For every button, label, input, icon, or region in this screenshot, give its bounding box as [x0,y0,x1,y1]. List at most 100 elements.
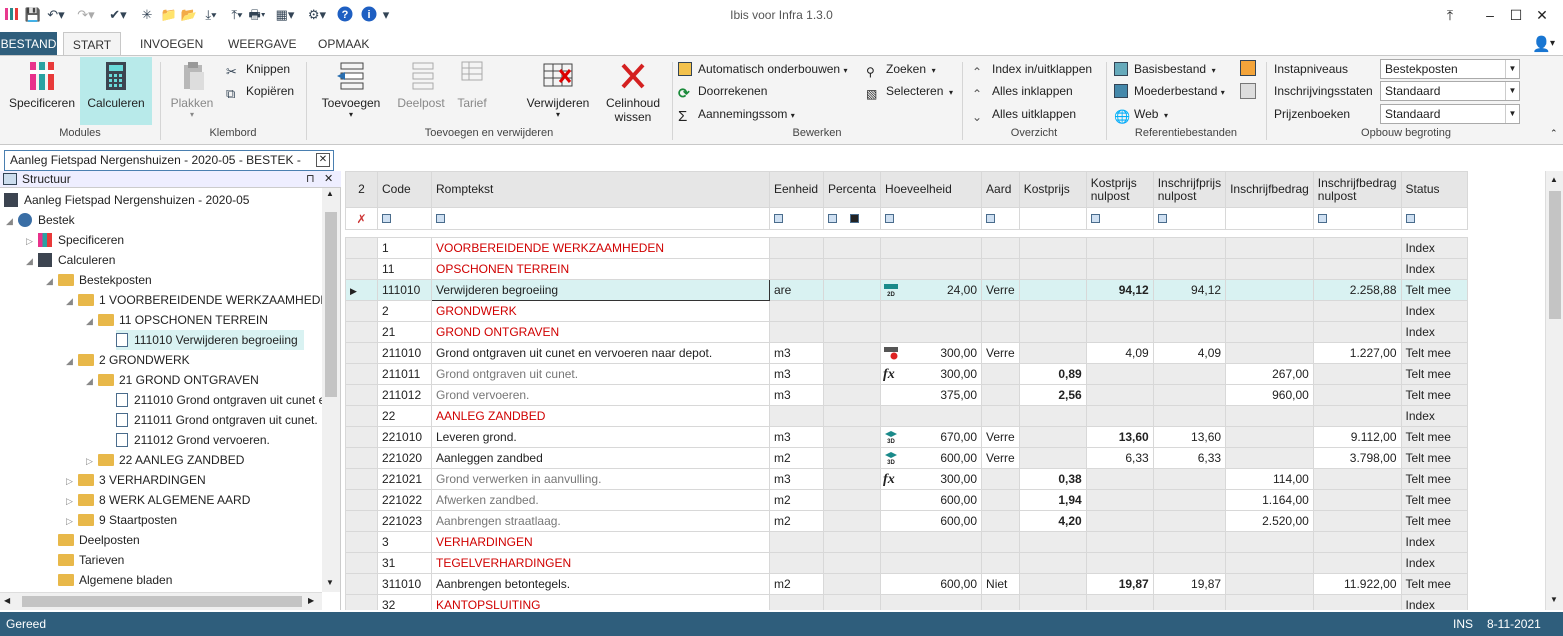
cell-inschrijfprijs-nulpost[interactable] [1152,363,1227,385]
cell-inschrijfprijs-nulpost[interactable]: 19,87 [1152,573,1227,595]
cell-code[interactable]: 311010 [377,573,432,595]
tree-node[interactable]: 211010 Grond ontgraven uit cunet en verv… [116,390,322,410]
aannemingssom-button[interactable]: Σ Aannemingssom ▾ [678,103,795,125]
cell-empty[interactable] [822,531,882,553]
cell-code[interactable]: 2 [377,300,432,322]
cell-romptekst[interactable]: AANLEG ZANDBED [431,405,770,427]
cell-empty[interactable] [880,237,983,259]
cell-kostprijs-nulpost[interactable]: 94,12 [1085,279,1154,301]
cell-kostprijs-nulpost[interactable] [1085,384,1154,406]
expand-arrow-icon[interactable]: ◢ [46,271,58,291]
post-row[interactable]: 221010 Leveren grond. m3 3D 670,00 Verre 13,60… [345,426,1468,448]
filter-cell[interactable] [1312,207,1402,230]
cell-romptekst[interactable]: KANTOPSLUITING [431,594,770,610]
collapse-ribbon-icon[interactable]: ▾ [1550,38,1555,49]
doorrekenen-button[interactable]: ⟳ Doorrekenen [678,80,767,102]
row-indicator[interactable] [345,237,378,259]
cell-romptekst[interactable]: VOORBEREIDENDE WERKZAAMHEDEN [431,237,770,259]
cell-inschrijfbedrag[interactable]: 1.164,00 [1225,489,1314,511]
cell-status[interactable]: Telt mee [1400,510,1468,532]
cell-empty[interactable] [1312,300,1402,322]
row-indicator[interactable] [345,405,378,427]
cell-eenheid[interactable]: m2 [769,510,824,532]
instapniveaus-select[interactable]: Bestekposten ▼ [1380,59,1520,79]
tree-node[interactable]: ◢ Bestek [6,210,75,230]
tree-node[interactable]: 211012 Grond vervoeren. [116,430,270,450]
tree-node[interactable]: ◢ 21 GROND ONTGRAVEN [86,370,259,390]
index-row[interactable]: 3 VERHARDINGEN Index [345,531,1468,553]
filter-cell[interactable] [431,207,770,230]
filter-cell[interactable] [822,207,882,230]
cell-status[interactable]: Telt mee [1400,426,1468,448]
cell-status[interactable]: Index [1400,321,1468,343]
post-row[interactable]: 221023 Aanbrengen straatlaag. m2 600,00 4,20… [345,510,1468,532]
cell-empty[interactable] [822,237,882,259]
cell-inschrijfprijs-nulpost[interactable] [1152,468,1227,490]
cell-empty[interactable] [769,237,824,259]
knippen-button[interactable]: ✂ Knippen [226,58,290,80]
cell-inschrijfbedrag[interactable]: 960,00 [1225,384,1314,406]
cell-kostprijs-nulpost[interactable]: 6,33 [1085,447,1154,469]
cell-status[interactable]: Index [1400,300,1468,322]
cell-empty[interactable] [1085,552,1154,574]
cell-status[interactable]: Telt mee [1400,468,1468,490]
cell-empty[interactable] [1085,300,1154,322]
row-indicator[interactable] [345,552,378,574]
cell-empty[interactable] [880,405,983,427]
close-tab-icon[interactable]: ✕ [316,153,330,167]
expand-arrow-icon[interactable]: ◢ [66,291,78,311]
cell-empty[interactable] [822,594,882,610]
row-indicator[interactable] [345,447,378,469]
cell-empty[interactable] [1152,552,1227,574]
verwijderen-button[interactable]: Verwijderen ▾ [522,60,594,119]
cell-percentage[interactable] [822,468,882,490]
cell-empty[interactable] [1018,594,1087,610]
cell-empty[interactable] [1225,321,1314,343]
cell-empty[interactable] [1225,405,1314,427]
cell-hoeveelheid[interactable]: 375,00 [880,384,983,406]
cell-empty[interactable] [1018,531,1087,553]
cell-code[interactable]: 22 [377,405,432,427]
tab-opmaak[interactable]: OPMAAK [308,32,379,56]
tree-node[interactable]: ◢ Calculeren [26,250,115,270]
cell-empty[interactable] [1225,300,1314,322]
cell-inschrijfbedrag[interactable] [1225,447,1314,469]
expand-arrow-icon[interactable]: ◢ [86,311,98,331]
cell-empty[interactable] [1225,594,1314,610]
toevoegen-button[interactable]: Toevoegen ▾ [318,60,384,119]
col-header-percentage[interactable]: Percenta [822,171,882,208]
web-button[interactable]: 🌐 Web ▾ [1114,103,1168,125]
cell-inschrijfprijs-nulpost[interactable]: 13,60 [1152,426,1227,448]
cell-inschrijfbedrag[interactable] [1225,426,1314,448]
cell-status[interactable]: Index [1400,552,1468,574]
cell-code[interactable]: 221021 [377,468,432,490]
cell-empty[interactable] [1085,531,1154,553]
cell-aard[interactable] [981,363,1020,385]
deelpost-button[interactable]: Deelpost [394,60,448,110]
cell-inschrijfbedrag[interactable]: 267,00 [1225,363,1314,385]
tree-node[interactable]: Algemene bladen [58,570,172,590]
cell-empty[interactable] [1312,531,1402,553]
cell-empty[interactable] [1225,258,1314,280]
cell-eenheid[interactable]: m3 [769,342,824,364]
tree-horizontal-scrollbar[interactable]: ◀ ▶ [0,592,322,610]
post-row[interactable]: 211011 Grond ontgraven uit cunet. m3 fx 300,… [345,363,1468,385]
collapse-ribbon-icon[interactable]: ⌃ [1550,128,1558,139]
col-header-aard[interactable]: Aard [981,171,1020,208]
row-indicator[interactable] [345,489,378,511]
cell-inschrijfprijs-nulpost[interactable]: 4,09 [1152,342,1227,364]
cell-empty[interactable] [822,321,882,343]
cell-inschrijfbedrag-nulpost[interactable] [1312,363,1402,385]
cell-romptekst[interactable]: Grond verwerken in aanvulling. [431,468,770,490]
col-header-eenheid[interactable]: Eenheid [769,171,824,208]
cell-inschrijfbedrag[interactable]: 114,00 [1225,468,1314,490]
cell-kostprijs[interactable]: 0,89 [1018,363,1087,385]
cell-romptekst[interactable]: Leveren grond. [431,426,770,448]
cell-romptekst[interactable]: OPSCHONEN TERREIN [431,258,770,280]
tree-node[interactable]: ◢ Bestekposten [46,270,152,290]
cell-kostprijs-nulpost[interactable]: 13,60 [1085,426,1154,448]
cell-inschrijfprijs-nulpost[interactable] [1152,384,1227,406]
cell-inschrijfbedrag-nulpost[interactable]: 2.258,88 [1312,279,1402,301]
cell-empty[interactable] [1312,405,1402,427]
cell-romptekst[interactable]: GROND ONTGRAVEN [431,321,770,343]
